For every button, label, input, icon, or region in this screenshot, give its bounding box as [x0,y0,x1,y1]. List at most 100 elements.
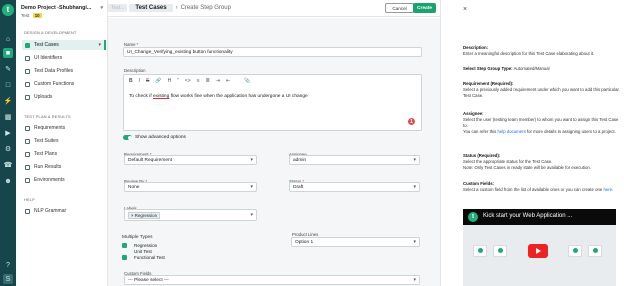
nav-item-custom-functions[interactable]: Custom Functions [22,79,106,89]
label-chip[interactable]: × Regression [128,211,161,219]
strikethrough-icon[interactable]: S [146,78,149,84]
grammar-error-badge[interactable]: 1 [408,118,415,125]
help-section-heading: HELP [24,197,35,202]
help-document-link[interactable]: help document [497,129,525,134]
test-data-icon [25,68,30,74]
thumbnail-tile-icon [473,245,487,257]
create-step-group-form: Name * UI_Change_Verifying_existing butt… [108,18,440,286]
app-logo-icon[interactable]: t [2,4,14,16]
breadcrumb: Test... Test Cases › Create Step Group [108,4,231,12]
version-badge: 10 [32,13,42,18]
code-icon[interactable]: <> [185,78,191,84]
breadcrumb-test-cases[interactable]: Test Cases [129,4,173,12]
nav-item-nlp-grammar[interactable]: NLP Grammar [22,206,106,216]
help-description: Description: Enter a meaningful descripti… [463,45,595,56]
create-button[interactable]: Create [413,3,436,13]
tutorial-video[interactable]: t Kick start your Web Application ... [463,209,616,286]
reviewby-select[interactable]: None [124,182,257,192]
thumbnail-tile-icon [588,245,602,257]
nav-item-uploads[interactable]: Uploads [22,92,106,102]
help-requirement: Requirement (Required): Select a previous… [463,81,619,98]
heading-icon[interactable]: H [168,78,172,84]
nav-item-test-plans[interactable]: Test Plans [22,149,106,159]
breadcrumb-current: Create Step Group [180,5,231,11]
description-text: To check if existing flow works fine whe… [129,94,308,99]
test-cases-icon [25,42,30,48]
name-input[interactable]: UI_Change_Verifying_existing button func… [123,47,422,57]
gear-icon[interactable]: ⚙ [3,144,13,154]
run-results-icon [25,164,30,170]
link-icon[interactable]: 🔗 [155,78,161,84]
environments-icon [25,177,30,183]
outdent-icon[interactable]: ⇤ [226,78,230,84]
breadcrumb-separator-icon: › [175,5,178,11]
requirement-select[interactable]: Default Requirement [124,155,257,165]
bold-icon[interactable]: B [129,78,133,84]
avatar-icon[interactable]: S [3,274,13,284]
labels-input[interactable]: × Regression [124,209,257,221]
play-icon[interactable]: ▶ [3,128,13,138]
status-select[interactable]: Draft [289,182,420,192]
cancel-button[interactable]: Cancel [385,3,414,13]
uploads-icon [25,94,30,100]
video-header: t Kick start your Web Application ... [463,209,616,225]
editor-toolbar: B I S 🔗 H “ <> ≡ ≣ ⇥ ⇤ 📎 [129,78,251,84]
custom-functions-icon [25,81,30,87]
help-status: Status (Required): Select the appropriate… [463,153,591,170]
type-checkbox-regression[interactable] [122,243,127,248]
create-custom-field-link[interactable]: here [603,187,612,192]
edit-icon[interactable]: ✎ [3,64,13,74]
quote-icon[interactable]: “ [177,78,179,84]
project-selector[interactable]: Demo Project -Shubhangi... ▾ [21,5,103,11]
assignee-select[interactable]: admin [289,155,420,165]
multiple-types-label: Multiple Types [122,235,153,240]
description-editor[interactable]: B I S 🔗 H “ <> ≡ ≣ ⇥ ⇤ 📎 To check if exi… [123,74,422,131]
advanced-options-toggle[interactable] [123,135,132,140]
description-label: Description [124,68,146,73]
nav-item-ui-identifiers[interactable]: UI Identifiers [22,53,106,63]
dashboard-icon[interactable]: ■ [3,48,13,58]
help-step-group-type: Select Step Group Type: Automated/Manual [463,66,550,71]
type-label-regression: Regression [134,243,158,248]
nav-item-environments[interactable]: Environments [22,175,106,185]
help-custom-fields: Custom Fields: Select a custom field from… [463,181,614,192]
user-icon[interactable]: ☻ [3,176,13,186]
folder-icon[interactable]: □ [3,80,13,90]
plan-section-heading: TEST PLAN & RESULTS [24,114,71,119]
help-panel: × Description: Enter a meaningful descrip… [440,0,624,286]
test-suites-icon [25,138,30,144]
home-icon[interactable]: ⌂ [3,34,13,44]
version-label: Test [21,13,30,18]
nav-item-requirements[interactable]: Requirements [22,123,106,133]
close-icon[interactable]: × [463,6,467,13]
test-plans-icon [25,151,30,157]
numbered-list-icon[interactable]: ≣ [206,78,210,84]
monitor-icon[interactable]: ▩ [3,112,13,122]
custom-fields-select[interactable]: --- Please select --- [124,275,420,285]
nav-item-run-results[interactable]: Run Results [22,162,106,172]
type-checkbox-functional-test[interactable] [122,255,127,260]
design-section-heading: DESIGN & DEVELOPMENT [24,30,77,35]
video-channel-logo-icon: t [468,212,478,222]
bullet-list-icon[interactable]: ≡ [197,78,200,84]
help-icon[interactable]: ? [3,260,13,270]
nav-item-test-data-profiles[interactable]: Test Data Profiles [22,66,106,76]
bolt-icon[interactable]: ⚡ [3,96,13,106]
help-assignee: Assignee: Select the user (testing team m… [463,111,619,134]
top-bar: Test... Test Cases › Create Step Group C… [108,0,440,17]
nav-item-test-cases[interactable]: Test Cases [22,40,106,50]
type-label-unit-test: Unit Test [134,249,152,254]
bell-icon[interactable]: ☎ [3,160,13,170]
icon-rail: t ⌂ ■ ✎ □ ⚡ ▩ ▶ ⚙ ☎ ☻ ? S [0,0,16,286]
play-button-icon[interactable] [528,244,548,258]
nav-item-test-suites[interactable]: Test Suites [22,136,106,146]
attachment-icon[interactable]: 📎 [244,78,250,84]
version-selector[interactable]: Test 10 [21,13,42,18]
italic-icon[interactable]: I [139,78,140,84]
product-lines-select[interactable]: Option 1 [291,237,420,247]
breadcrumb-faded[interactable]: Test... [108,4,128,12]
video-title: Kick start your Web Application ... [483,213,573,219]
indent-icon[interactable]: ⇥ [216,78,220,84]
nlp-grammar-icon [25,208,30,214]
project-name: Demo Project -Shubhangi... [21,5,92,11]
